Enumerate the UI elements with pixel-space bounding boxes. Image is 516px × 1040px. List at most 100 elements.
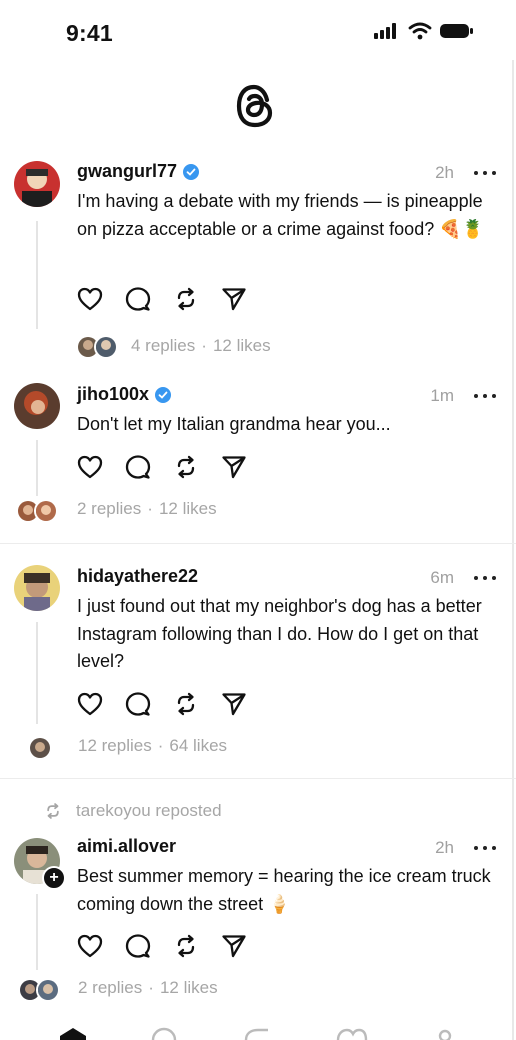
heart-icon bbox=[77, 692, 103, 716]
more-icon[interactable] bbox=[474, 386, 496, 406]
send-icon bbox=[222, 456, 246, 479]
repost-button[interactable] bbox=[172, 453, 200, 481]
profile-tab-icon[interactable] bbox=[438, 1029, 452, 1040]
verified-badge-icon bbox=[183, 163, 200, 180]
avatar[interactable] bbox=[14, 161, 60, 207]
repost-icon bbox=[177, 934, 195, 958]
like-button[interactable] bbox=[76, 453, 104, 481]
post-text: Don't let my Italian grandma hear you... bbox=[77, 414, 391, 434]
likes-count[interactable]: 12 likes bbox=[159, 499, 217, 519]
replies-count[interactable]: 2 replies bbox=[77, 499, 141, 519]
replies-count[interactable]: 12 replies bbox=[78, 736, 152, 756]
status-bar: 9:41 bbox=[0, 0, 516, 64]
wifi-icon bbox=[408, 22, 432, 40]
threads-feed-screen: 9:41 gwangurl77 2h I'm having a debate w… bbox=[0, 0, 516, 1040]
repost-button[interactable] bbox=[172, 285, 200, 313]
post-username[interactable]: aimi.allover bbox=[77, 836, 176, 857]
meta-separator: · bbox=[201, 336, 207, 355]
post-card[interactable]: hidayathere22 6m I just found out that m… bbox=[0, 560, 516, 775]
reply-button[interactable] bbox=[124, 285, 152, 313]
replies-count[interactable]: 4 replies bbox=[131, 336, 195, 356]
meta-separator: · bbox=[148, 978, 154, 997]
post-stats: 2 replies · 12 likes bbox=[77, 499, 217, 519]
reply-avatar bbox=[28, 736, 52, 760]
avatar[interactable] bbox=[14, 383, 60, 429]
thread-line bbox=[36, 221, 38, 329]
reply-button[interactable] bbox=[124, 690, 152, 718]
repost-icon bbox=[177, 455, 195, 479]
send-icon bbox=[222, 288, 246, 311]
activity-tab-icon[interactable] bbox=[336, 1028, 368, 1040]
reply-button[interactable] bbox=[124, 453, 152, 481]
reply-avatar bbox=[94, 335, 118, 359]
post-card[interactable]: gwangurl77 2h I'm having a debate with m… bbox=[0, 155, 516, 375]
repost-icon bbox=[177, 287, 195, 311]
post-card[interactable]: tarekoyou reposted + aimi.allover 2h Bes… bbox=[0, 798, 516, 1024]
share-button[interactable] bbox=[220, 285, 248, 313]
like-button[interactable] bbox=[76, 932, 104, 960]
comment-icon bbox=[125, 692, 151, 716]
follow-plus-icon[interactable]: + bbox=[42, 866, 66, 890]
repost-button[interactable] bbox=[172, 932, 200, 960]
repost-label[interactable]: tarekoyou reposted bbox=[76, 801, 222, 821]
replies-count[interactable]: 2 replies bbox=[78, 978, 142, 998]
post-actions bbox=[76, 690, 248, 718]
thread-line bbox=[36, 894, 38, 970]
post-timestamp: 2h bbox=[435, 163, 454, 182]
comment-icon bbox=[125, 934, 151, 958]
post-card[interactable]: jiho100x 1m Don't let my Italian grandma… bbox=[0, 378, 516, 538]
post-timestamp: 1m bbox=[430, 386, 454, 405]
status-time: 9:41 bbox=[66, 20, 113, 46]
reply-avatars bbox=[76, 335, 118, 359]
post-timestamp: 6m bbox=[430, 568, 454, 587]
post-actions bbox=[76, 453, 248, 481]
likes-count[interactable]: 12 likes bbox=[213, 336, 271, 356]
verified-badge-icon bbox=[155, 386, 172, 403]
post-text: I'm having a debate with my friends — is… bbox=[77, 191, 485, 239]
share-button[interactable] bbox=[220, 453, 248, 481]
battery-icon bbox=[440, 24, 473, 38]
send-icon bbox=[222, 935, 246, 958]
reply-button[interactable] bbox=[124, 932, 152, 960]
more-icon[interactable] bbox=[474, 838, 496, 858]
repost-icon bbox=[177, 692, 195, 716]
share-button[interactable] bbox=[220, 932, 248, 960]
post-stats: 12 replies · 64 likes bbox=[78, 736, 227, 756]
repost-button[interactable] bbox=[172, 690, 200, 718]
likes-count[interactable]: 12 likes bbox=[160, 978, 218, 998]
threads-logo-icon[interactable] bbox=[232, 82, 278, 130]
search-tab-icon[interactable] bbox=[151, 1027, 177, 1040]
repost-icon bbox=[47, 803, 59, 819]
bottom-tab-bar bbox=[0, 1026, 516, 1040]
thread-line bbox=[36, 440, 38, 496]
username-text[interactable]: hidayathere22 bbox=[77, 566, 198, 587]
avatar[interactable] bbox=[14, 565, 60, 611]
post-text: I just found out that my neighbor's dog … bbox=[77, 596, 482, 671]
repost-indicator[interactable]: tarekoyou reposted bbox=[44, 801, 222, 821]
like-button[interactable] bbox=[76, 285, 104, 313]
username-text[interactable]: jiho100x bbox=[77, 384, 149, 405]
post-username[interactable]: jiho100x bbox=[77, 384, 172, 405]
post-actions bbox=[76, 285, 248, 313]
reply-avatar bbox=[34, 499, 58, 523]
home-tab-icon[interactable] bbox=[60, 1028, 86, 1040]
post-text: Best summer memory = hearing the ice cre… bbox=[77, 866, 491, 914]
post-actions bbox=[76, 932, 248, 960]
reply-avatar bbox=[36, 978, 60, 1002]
heart-icon bbox=[77, 934, 103, 958]
compose-tab-icon[interactable] bbox=[244, 1028, 268, 1040]
share-button[interactable] bbox=[220, 690, 248, 718]
post-divider bbox=[0, 543, 516, 544]
post-username[interactable]: gwangurl77 bbox=[77, 161, 200, 182]
like-button[interactable] bbox=[76, 690, 104, 718]
username-text[interactable]: gwangurl77 bbox=[77, 161, 177, 182]
username-text[interactable]: aimi.allover bbox=[77, 836, 176, 857]
more-icon[interactable] bbox=[474, 568, 496, 588]
likes-count[interactable]: 64 likes bbox=[169, 736, 227, 756]
post-stats: 4 replies · 12 likes bbox=[131, 336, 271, 356]
post-username[interactable]: hidayathere22 bbox=[77, 566, 198, 587]
meta-separator: · bbox=[157, 736, 164, 755]
more-icon[interactable] bbox=[474, 163, 496, 183]
comment-icon bbox=[125, 287, 151, 311]
reply-avatars bbox=[28, 736, 52, 760]
